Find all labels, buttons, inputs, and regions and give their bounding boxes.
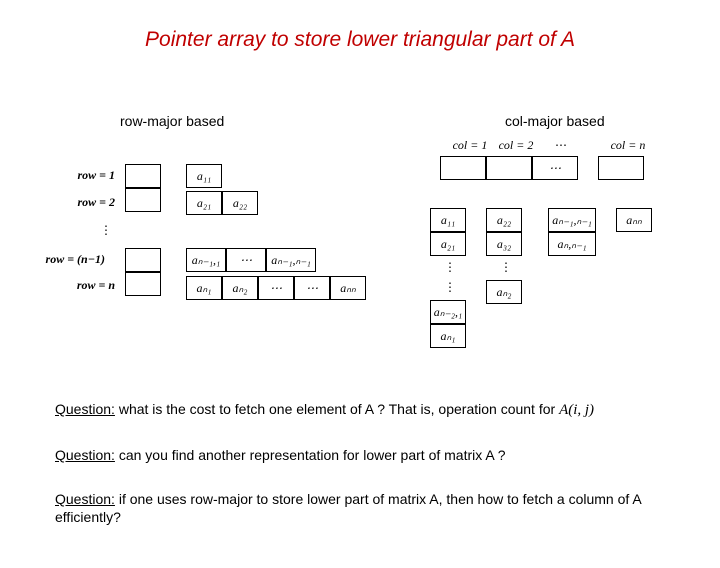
question-3: Question: if one uses row-major to store…	[55, 490, 675, 526]
col-label-1: col = 1	[452, 138, 488, 153]
cell-c1-an21: aₙ₋₂,₁	[430, 300, 466, 324]
cell-rn-an2: aₙ₂	[222, 276, 258, 300]
ptr-row-n	[125, 272, 161, 296]
cell-rn-ann: aₙₙ	[330, 276, 366, 300]
question-2-text: can you find another representation for …	[115, 447, 506, 463]
cell-r2-a21: a₂₁	[186, 191, 222, 215]
row-major-heading: row-major based	[120, 113, 224, 129]
row-label-n: row = n	[45, 278, 115, 293]
cell-rn-an1: aₙ₁	[186, 276, 222, 300]
cell-rn1-last: aₙ₋₁,ₙ₋₁	[266, 248, 316, 272]
cell-cn1-bot: aₙ,ₙ₋₁	[548, 232, 596, 256]
question-3-text: if one uses row-major to store lower par…	[55, 491, 641, 525]
Aij-expr: A(i, j)	[559, 402, 594, 418]
cell-r1-a11: a₁₁	[186, 164, 222, 188]
ptr-col-1	[440, 156, 486, 180]
cell-c2-a32: a₃₂	[486, 232, 522, 256]
question-2-label: Question:	[55, 447, 115, 463]
col-label-2: col = 2	[498, 138, 534, 153]
ptr-row-n1	[125, 248, 161, 272]
cell-c2-a22: a₂₂	[486, 208, 522, 232]
cell-cn1-top: aₙ₋₁,ₙ₋₁	[548, 208, 596, 232]
cell-c2-vdots: ⋮	[500, 260, 512, 275]
cell-cn-ann: aₙₙ	[616, 208, 652, 232]
cell-rn-dots1: ⋯	[258, 276, 294, 300]
cell-c1-an1: aₙ₁	[430, 324, 466, 348]
cell-rn-dots2: ⋯	[294, 276, 330, 300]
question-2: Question: can you find another represent…	[55, 446, 675, 464]
cell-rn1-2: ⋯	[226, 248, 266, 272]
row-label-vdots: ⋮	[100, 223, 112, 238]
ptr-row-2	[125, 188, 161, 212]
page-title: Pointer array to store lower triangular …	[0, 28, 720, 52]
row-label-n1: row = (n−1)	[35, 252, 105, 267]
cell-c2-an2: aₙ₂	[486, 280, 522, 304]
question-3-label: Question:	[55, 491, 115, 507]
ptr-col-n	[598, 156, 644, 180]
question-1-label: Question:	[55, 401, 115, 417]
ptr-col-gap: ⋯	[532, 156, 578, 180]
question-1: Question: what is the cost to fetch one …	[55, 400, 675, 421]
question-1-text: what is the cost to fetch one element of…	[115, 401, 559, 417]
col-label-dots: ⋯	[555, 138, 567, 153]
row-label-1: row = 1	[45, 168, 115, 183]
cell-c1-vdots1: ⋮	[444, 260, 456, 275]
col-label-n: col = n	[610, 138, 646, 153]
cell-r2-a22: a₂₂	[222, 191, 258, 215]
cell-rn1-1: aₙ₋₁,₁	[186, 248, 226, 272]
cell-c1-vdots2: ⋮	[444, 280, 456, 295]
ptr-col-2	[486, 156, 532, 180]
ptr-row-1	[125, 164, 161, 188]
cell-c1-a11: a₁₁	[430, 208, 466, 232]
col-major-heading: col-major based	[505, 113, 605, 129]
cell-c1-a21: a₂₁	[430, 232, 466, 256]
row-label-2: row = 2	[45, 195, 115, 210]
